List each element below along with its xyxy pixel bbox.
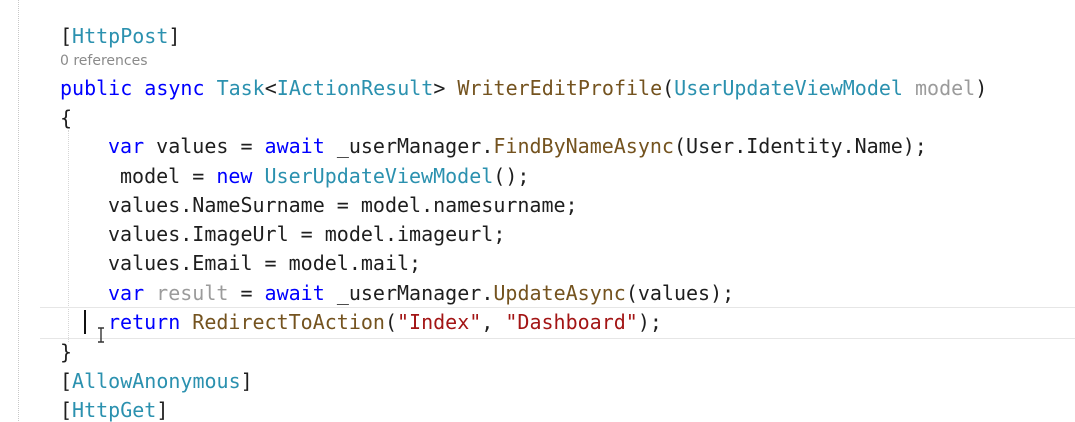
code-line-4[interactable]: var values = await _userManager.FindByNa… bbox=[108, 134, 927, 158]
code-line-13[interactable]: [HttpGet] bbox=[60, 398, 168, 422]
codelens-references[interactable]: 0 references bbox=[60, 53, 148, 69]
gutter-divider bbox=[18, 0, 19, 421]
code-line-6[interactable]: values.NameSurname = model.namesurname; bbox=[108, 193, 578, 217]
code-line-8[interactable]: values.Email = model.mail; bbox=[108, 251, 421, 275]
code-line-5[interactable]: model = new UserUpdateViewModel(); bbox=[120, 164, 529, 188]
text-caret bbox=[84, 310, 86, 334]
ibeam-cursor-icon bbox=[98, 327, 104, 343]
code-line-12[interactable]: [AllowAnonymous] bbox=[60, 369, 253, 393]
code-line-1[interactable]: [HttpPost] bbox=[60, 24, 180, 48]
attribute-httppost: HttpPost bbox=[72, 24, 169, 48]
code-editor[interactable]: [HttpPost] 0 references public async Tas… bbox=[0, 0, 1075, 422]
code-line-11[interactable]: } bbox=[60, 340, 72, 364]
code-line-10[interactable]: return RedirectToAction("Index", "Dashbo… bbox=[108, 310, 662, 334]
code-line-9[interactable]: var result = await _userManager.UpdateAs… bbox=[108, 281, 734, 305]
code-line-3[interactable]: { bbox=[60, 106, 72, 130]
code-line-2[interactable]: public async Task<IActionResult> WriterE… bbox=[60, 76, 987, 100]
code-line-7[interactable]: values.ImageUrl = model.imageurl; bbox=[108, 222, 505, 246]
method-name: WriterEditProfile bbox=[457, 76, 663, 100]
